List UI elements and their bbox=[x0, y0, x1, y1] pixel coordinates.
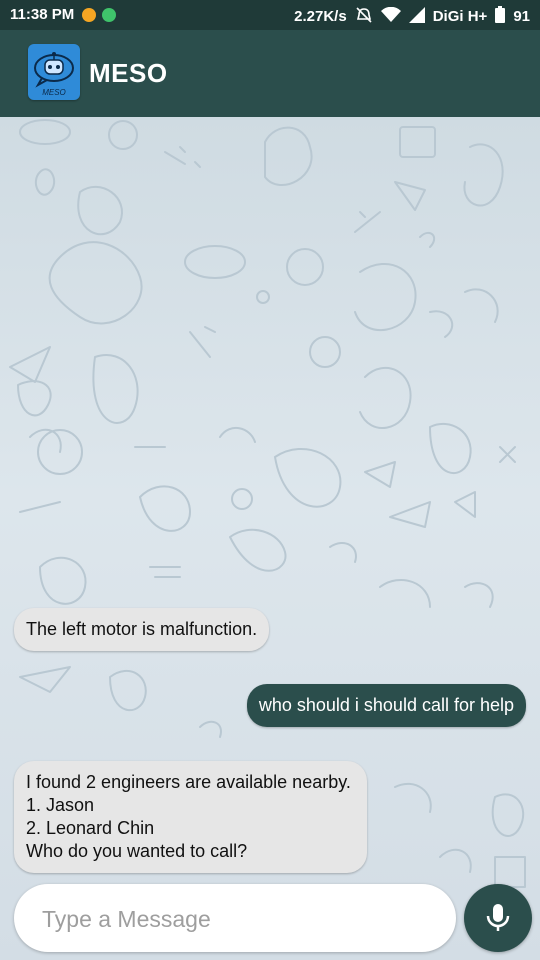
status-bar: 11:38 PM 2.27K/s DiGi H+ 91 bbox=[0, 0, 540, 30]
message-composer[interactable] bbox=[14, 884, 456, 952]
app-bar: MESO MESO bbox=[0, 30, 540, 117]
message-text: 2. Leonard Chin bbox=[26, 818, 155, 838]
chat-screen: 11:38 PM 2.27K/s DiGi H+ 91 MESO MESO Th… bbox=[0, 0, 540, 960]
chat-area[interactable]: The left motor is malfunction. who shoul… bbox=[0, 117, 540, 960]
microphone-icon bbox=[486, 904, 510, 931]
battery-level: 91 bbox=[513, 8, 530, 25]
wifi-icon bbox=[380, 6, 401, 27]
message-input[interactable] bbox=[40, 898, 444, 940]
status-time: 11:38 PM bbox=[10, 6, 75, 23]
message-text: Who do you wanted to call? bbox=[26, 841, 248, 861]
emoji-icon bbox=[82, 7, 97, 22]
logo-wordmark: MESO bbox=[42, 88, 66, 97]
mute-icon bbox=[355, 6, 373, 27]
signal-icon bbox=[408, 6, 425, 27]
robot-logo-icon: MESO bbox=[28, 44, 80, 100]
message-bubble-outgoing: who should i should call for help bbox=[246, 684, 526, 727]
battery-icon bbox=[495, 6, 506, 27]
message-text: The left motor is malfunction. bbox=[26, 619, 258, 639]
carrier-label: DiGi H+ bbox=[432, 8, 488, 25]
network-speed: 2.27K/s bbox=[294, 8, 347, 25]
app-title: MESO bbox=[89, 58, 168, 88]
message-text: I found 2 engineers are available nearby… bbox=[26, 772, 351, 792]
message-bubble-incoming: The left motor is malfunction. bbox=[14, 608, 270, 651]
message-text: who should i should call for help bbox=[258, 695, 514, 715]
voice-input-button[interactable] bbox=[464, 884, 532, 952]
chat-app-icon bbox=[102, 7, 117, 22]
message-text: 1. Jason bbox=[26, 795, 95, 815]
message-bubble-incoming: I found 2 engineers are available nearby… bbox=[14, 761, 367, 873]
